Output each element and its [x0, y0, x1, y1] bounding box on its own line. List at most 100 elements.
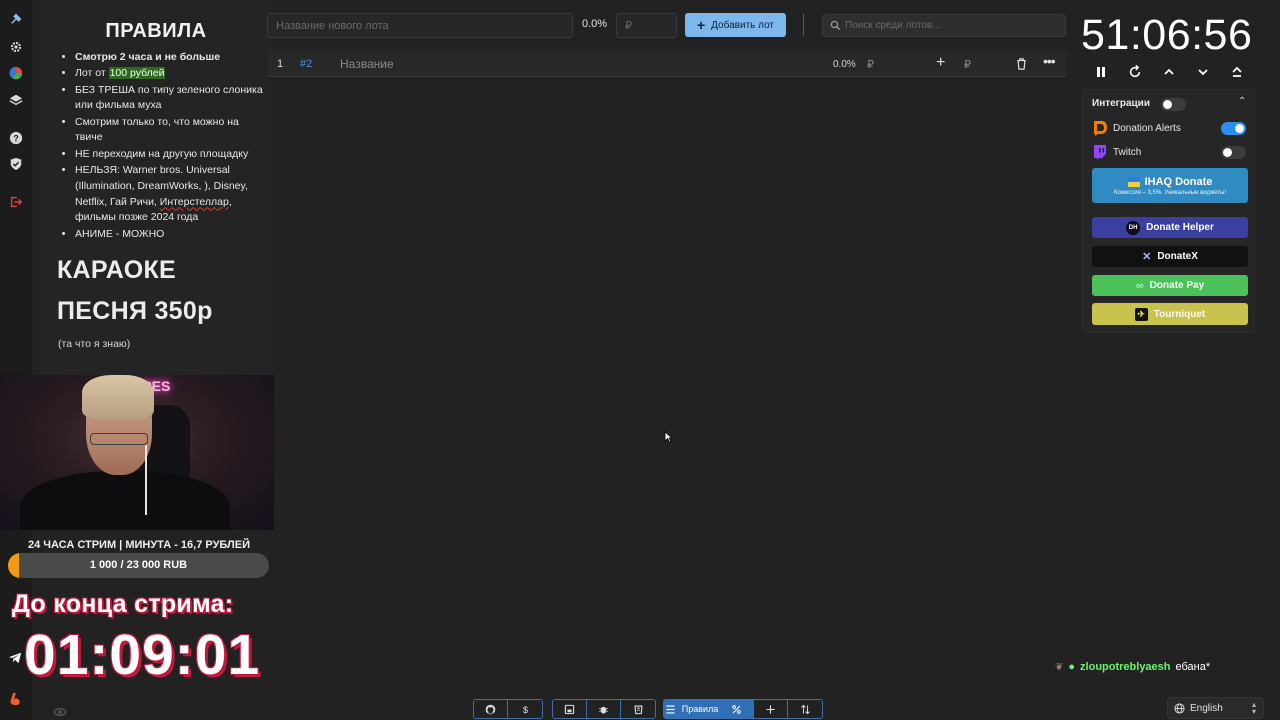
- new-lot-name-input[interactable]: [267, 13, 573, 38]
- gear-icon[interactable]: [7, 38, 25, 56]
- tourniquet-label: Tourniquet: [1153, 308, 1206, 320]
- donate-helper-label: Donate Helper: [1146, 222, 1214, 233]
- lot-percent: 0.0%: [833, 59, 856, 70]
- donatex-button[interactable]: ✕ DonateX: [1092, 246, 1248, 267]
- lot-amount[interactable]: ₽: [867, 58, 874, 71]
- sort-icon[interactable]: [788, 700, 822, 718]
- chat-username: zloupotreblyaesh: [1080, 661, 1171, 673]
- rule-item: АНИМЕ - МОЖНО: [75, 227, 268, 243]
- rule-highlight: 100 рублей: [108, 67, 166, 80]
- add-lot-button[interactable]: + Добавить лот: [685, 13, 786, 37]
- donate-pay-button[interactable]: ∞ Donate Pay: [1092, 275, 1248, 296]
- toolbar-views: Правила: [663, 699, 823, 719]
- twitch-icon: [1094, 145, 1106, 160]
- chat-message: ❦ ● zloupotreblyaesh ебана*: [1055, 661, 1210, 673]
- rules-tab-button[interactable]: Правила: [664, 700, 720, 718]
- pause-icon[interactable]: [1091, 62, 1111, 82]
- earphone-cable: [145, 445, 147, 515]
- search-box[interactable]: [822, 14, 1066, 37]
- donationalerts-label: Donation Alerts: [1113, 123, 1181, 134]
- stream-end-label: До конца стрима:: [12, 590, 234, 618]
- split-icon[interactable]: [754, 700, 788, 718]
- streamer-hair: [82, 375, 154, 419]
- toolbar-links: $: [473, 699, 543, 719]
- svg-text:$: $: [523, 704, 528, 714]
- lot-id[interactable]: #2: [300, 58, 312, 70]
- rule-item: Лот от 100 рублей: [75, 66, 268, 82]
- lot-row: 1 #2 Название 0.0% ₽ + ₽ •••: [267, 51, 1066, 77]
- ihaq-sub: Комиссия – 3,5%. Уникальные виджеты!: [1113, 189, 1227, 196]
- rule-item: Смотрим только то, что можно на твиче: [75, 115, 268, 147]
- search-input[interactable]: [845, 15, 1060, 36]
- toolbar-tools: [552, 699, 656, 719]
- ukraine-flag-icon: [1127, 176, 1140, 187]
- donationalerts-toggle[interactable]: [1221, 122, 1246, 135]
- rule-item: БЕЗ ТРЕША по типу зеленого слоника или ф…: [75, 83, 268, 115]
- wheel-icon[interactable]: [7, 64, 25, 82]
- rule-item: Смотрю 2 часа и не больше: [75, 50, 268, 66]
- ihaq-label: IHAQ Donate: [1144, 175, 1213, 188]
- dollar-icon[interactable]: $: [508, 700, 542, 718]
- goal-title: 24 ЧАСА СТРИМ | МИНУТА - 16,7 РУБЛЕЙ: [27, 539, 251, 551]
- alien-icon: ●: [1068, 661, 1076, 673]
- logout-icon[interactable]: [7, 193, 25, 211]
- shield-icon[interactable]: [7, 155, 25, 173]
- chevron-up-icon[interactable]: [1159, 62, 1179, 82]
- github-icon[interactable]: [474, 700, 508, 718]
- tourniquet-button[interactable]: ✈ Tourniquet: [1092, 303, 1248, 325]
- updown-icon: ▴ ▾: [1251, 700, 1256, 716]
- ihaq-donate-button[interactable]: IHAQ Donate Комиссия – 3,5%. Уникальные …: [1092, 168, 1248, 203]
- list-icon: [666, 704, 675, 714]
- twitch-toggle[interactable]: [1221, 146, 1246, 159]
- logo-hammer-icon[interactable]: [7, 10, 25, 28]
- rules-panel: ПРАВИЛА Смотрю 2 часа и не больше Лот от…: [40, 0, 272, 375]
- bug-icon[interactable]: [587, 700, 621, 718]
- karaoke-note: (та что я знаю): [58, 338, 131, 350]
- donationalerts-icon: [1094, 121, 1107, 136]
- eye-icon: [53, 704, 67, 720]
- svg-text:?: ?: [13, 134, 18, 144]
- donate-helper-logo: DH: [1126, 220, 1141, 235]
- badge-icon: ❦: [1055, 661, 1064, 673]
- language-select[interactable]: English ▴ ▾: [1167, 697, 1264, 719]
- rule-item: НЕ переходим на другую площадку: [75, 147, 268, 163]
- boosty-icon: [8, 692, 22, 711]
- goal-progress-bar: 1 000 / 23 000 RUB: [8, 553, 269, 578]
- twitch-label: Twitch: [1113, 147, 1142, 158]
- new-lot-amount-input[interactable]: [616, 13, 677, 38]
- chevron-up-icon[interactable]: ⌃: [1238, 96, 1246, 107]
- percent-icon[interactable]: [720, 700, 754, 718]
- tourniquet-icon: ✈: [1134, 307, 1148, 321]
- integrations-toggle[interactable]: [1161, 98, 1186, 111]
- trash-icon[interactable]: [1016, 57, 1027, 75]
- help-icon[interactable]: ?: [7, 129, 25, 147]
- donate-helper-button[interactable]: DH Donate Helper: [1092, 217, 1248, 238]
- donate-pay-icon: ∞: [1135, 279, 1144, 292]
- double-up-icon[interactable]: [1227, 62, 1247, 82]
- archive-icon[interactable]: [621, 700, 655, 718]
- add-lot-label: Добавить лот: [711, 19, 775, 31]
- plus-icon: +: [696, 17, 706, 33]
- save-icon[interactable]: [553, 700, 587, 718]
- streamer-body: [20, 471, 230, 530]
- karaoke-price: ПЕСНЯ 350р: [57, 297, 213, 325]
- new-lot-percent: 0.0%: [582, 18, 608, 30]
- chat-text: ебана*: [1175, 661, 1211, 673]
- chevron-down-icon[interactable]: [1193, 62, 1213, 82]
- goal-progress-text: 1 000 / 23 000 RUB: [89, 559, 188, 571]
- layers-icon[interactable]: [7, 91, 25, 109]
- globe-icon: [1174, 702, 1185, 714]
- webcam-feed: SCOPES: [0, 375, 274, 530]
- divider: [803, 14, 804, 36]
- streamer-glasses: [90, 433, 148, 445]
- donatex-x-icon: ✕: [1142, 251, 1152, 263]
- integrations-title: Интеграции: [1092, 98, 1150, 109]
- lot-title[interactable]: Название: [340, 57, 394, 71]
- rules-title: ПРАВИЛА: [105, 20, 207, 42]
- karaoke-heading: КАРАОКЕ: [57, 256, 176, 284]
- more-options-icon[interactable]: •••: [1043, 53, 1056, 69]
- lot-add-amount[interactable]: ₽: [964, 58, 971, 71]
- rules-list: Смотрю 2 часа и не больше Лот от 100 руб…: [62, 50, 268, 243]
- reset-icon[interactable]: [1125, 62, 1145, 82]
- add-amount-icon[interactable]: +: [936, 54, 945, 72]
